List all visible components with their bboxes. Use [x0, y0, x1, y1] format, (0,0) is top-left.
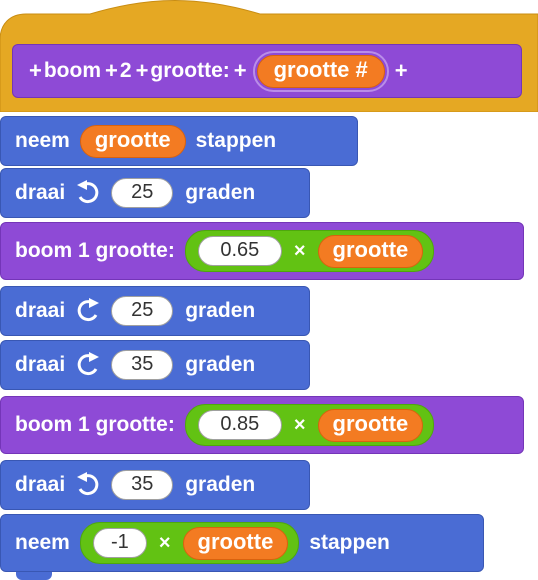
factor-input[interactable]: -1	[92, 528, 147, 558]
block-label: boom 1 grootte:	[15, 239, 175, 262]
custom-boom-block[interactable]: boom 1 grootte: 0.85 × grootte	[0, 396, 524, 454]
block-label: stappen	[309, 531, 390, 554]
variable-grootte[interactable]: grootte	[317, 234, 424, 268]
parameter-grootte[interactable]: grootte #	[256, 54, 385, 88]
multiply-sign: ×	[158, 531, 171, 554]
multiply-sign: ×	[293, 239, 306, 262]
move-block[interactable]: neem grootte stappen	[0, 116, 358, 166]
prototype-label-number: 2	[119, 59, 132, 82]
turn-right-block[interactable]: draai 35 graden	[0, 340, 310, 390]
variable-grootte[interactable]: grootte	[79, 124, 186, 158]
block-notch	[16, 572, 52, 580]
block-label: graden	[185, 473, 256, 496]
add-input-plus[interactable]: +	[234, 58, 247, 84]
turn-right-block[interactable]: draai 25 graden	[0, 286, 310, 336]
add-input-plus[interactable]: +	[29, 58, 42, 84]
block-label: draai	[15, 181, 66, 204]
block-label: stappen	[195, 129, 277, 152]
variable-grootte[interactable]: grootte	[317, 408, 424, 442]
prototype-label-boom: boom	[43, 59, 102, 82]
block-label: draai	[15, 473, 66, 496]
turn-right-icon	[77, 352, 100, 376]
add-input-plus[interactable]: +	[105, 58, 118, 84]
add-input-plus[interactable]: +	[136, 58, 149, 84]
block-label: graden	[185, 181, 256, 204]
custom-boom-block[interactable]: boom 1 grootte: 0.65 × grootte	[0, 222, 524, 280]
move-block[interactable]: neem -1 × grootte stappen	[0, 514, 484, 572]
turn-left-icon	[77, 180, 99, 204]
degrees-input[interactable]: 35	[111, 470, 174, 500]
turn-left-block[interactable]: draai 35 graden	[0, 460, 310, 510]
add-input-plus[interactable]: +	[395, 58, 408, 84]
custom-block-prototype[interactable]: + boom + 2 + grootte: + grootte # +	[12, 44, 522, 98]
block-label: draai	[15, 353, 66, 376]
prototype-label-grootte: grootte:	[150, 59, 230, 82]
turn-left-block[interactable]: draai 25 graden	[0, 168, 310, 218]
degrees-input[interactable]: 25	[111, 178, 174, 208]
block-label: graden	[185, 353, 256, 376]
multiply-operator[interactable]: -1 × grootte	[79, 522, 300, 564]
block-label: boom 1 grootte:	[15, 413, 175, 436]
block-label: graden	[185, 299, 256, 322]
multiply-operator[interactable]: 0.65 × grootte	[184, 230, 435, 272]
turn-left-icon	[77, 472, 99, 496]
degrees-input[interactable]: 35	[111, 350, 174, 380]
multiply-operator[interactable]: 0.85 × grootte	[184, 404, 435, 446]
turn-right-icon	[77, 298, 100, 322]
block-label: neem	[15, 531, 70, 554]
variable-grootte[interactable]: grootte	[182, 526, 289, 560]
block-label: neem	[15, 129, 70, 152]
block-label: draai	[15, 299, 66, 322]
factor-input[interactable]: 0.85	[197, 410, 282, 440]
multiply-sign: ×	[293, 413, 306, 436]
parameter-slot[interactable]: grootte #	[252, 50, 389, 92]
factor-input[interactable]: 0.65	[197, 236, 282, 266]
degrees-input[interactable]: 25	[111, 296, 174, 326]
